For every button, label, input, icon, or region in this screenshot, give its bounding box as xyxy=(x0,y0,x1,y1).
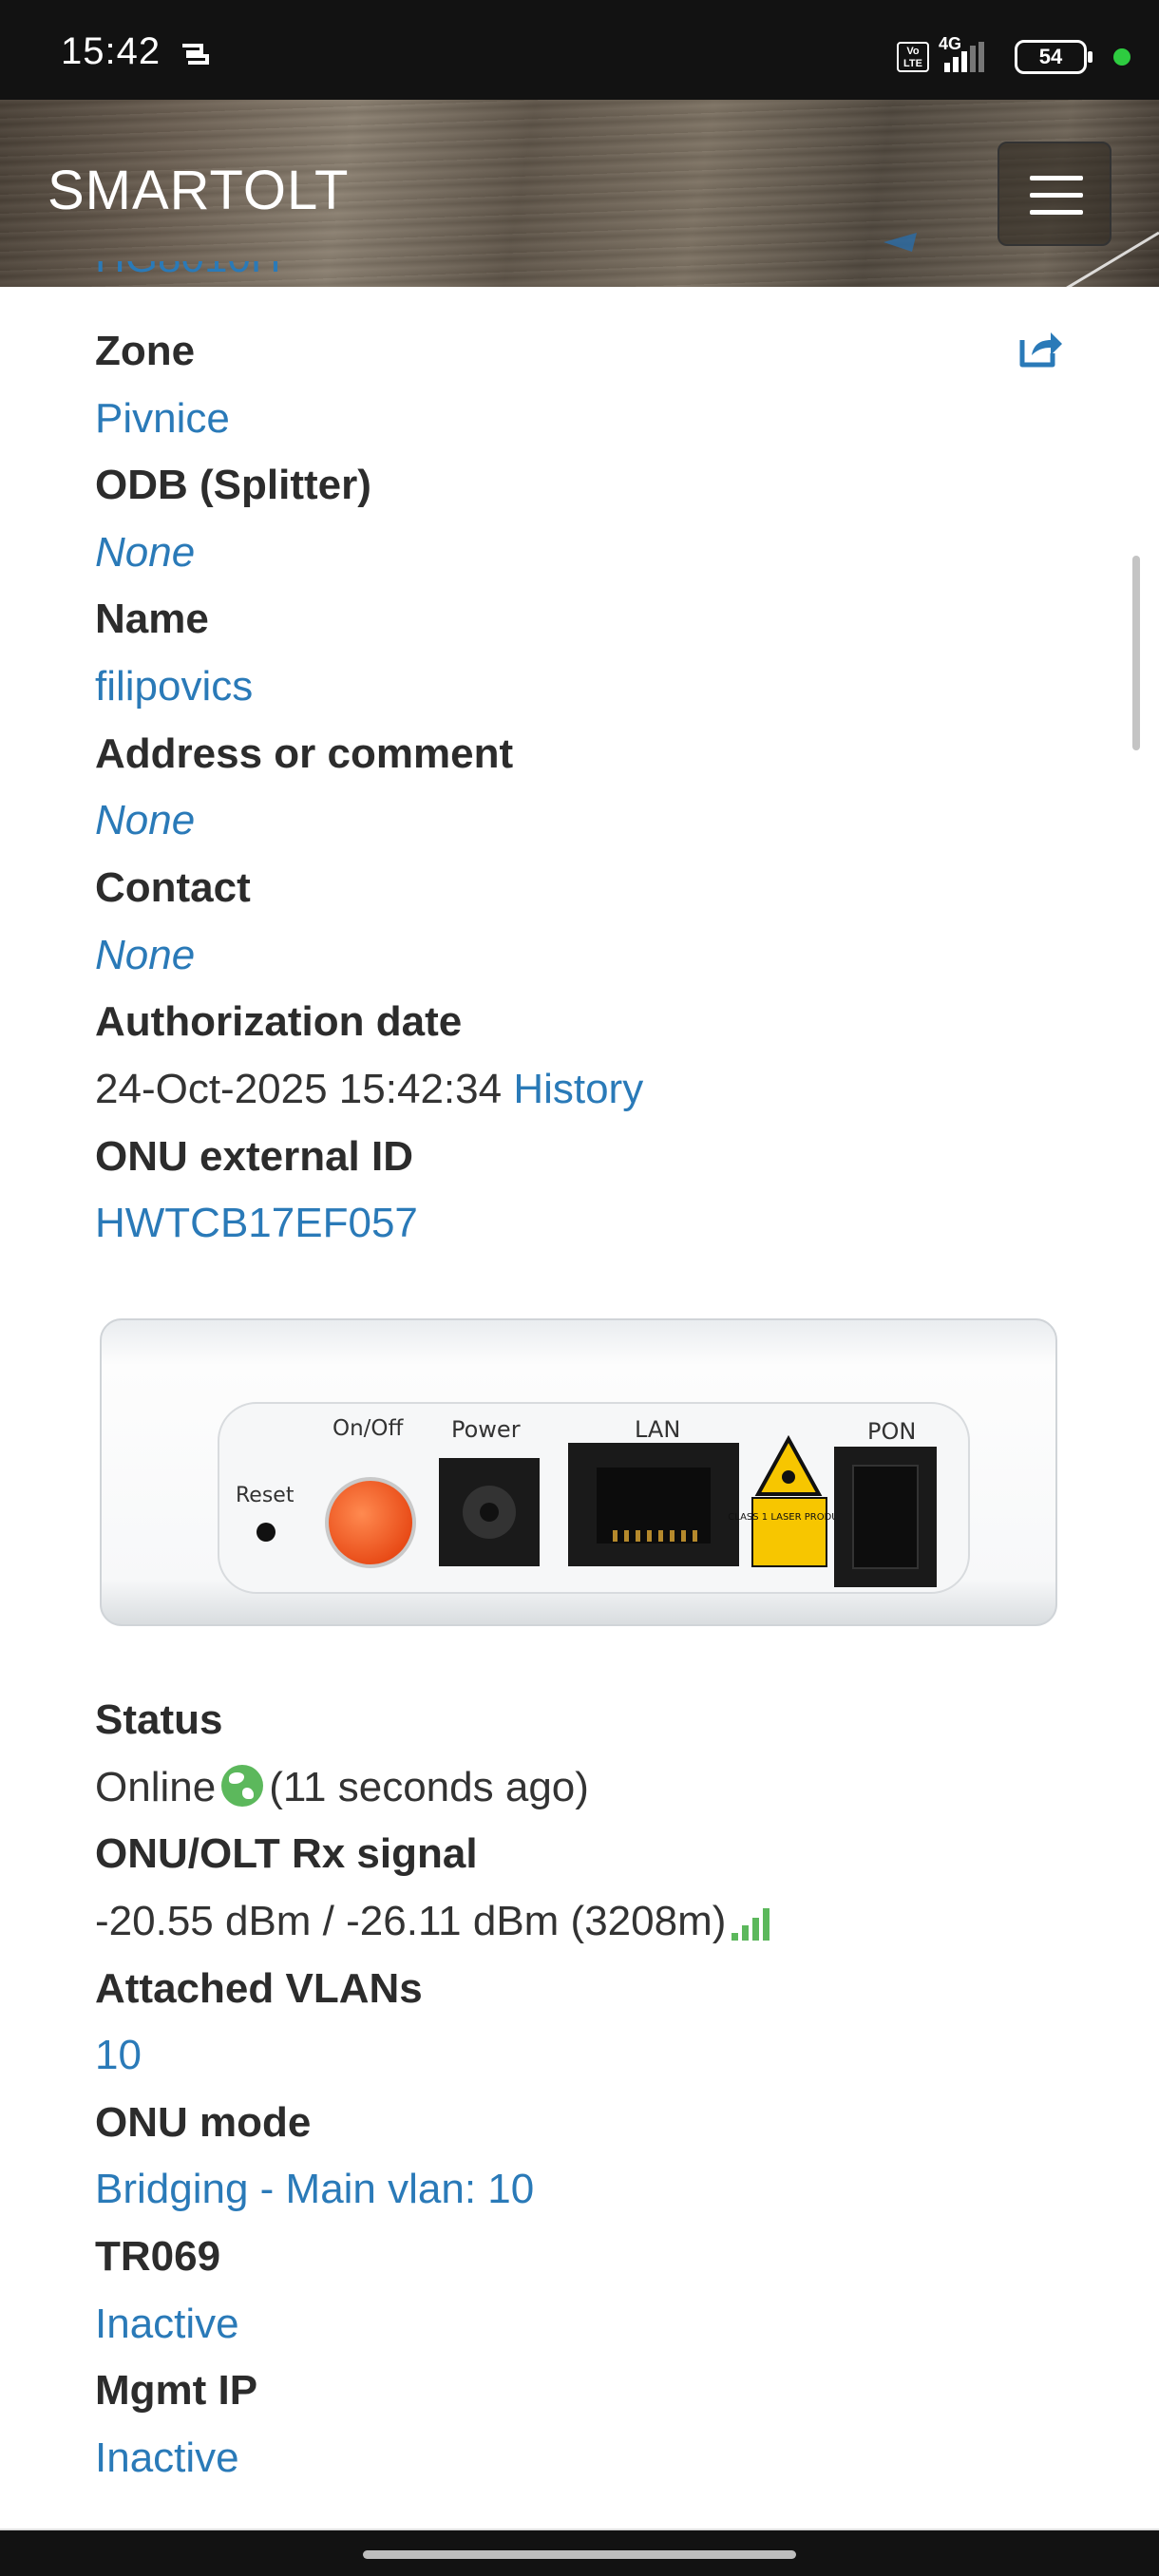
status-bar: 15:42 Vo LTE 4G 54 xyxy=(0,0,1159,100)
partial-value-row: HG8010H xyxy=(0,261,1159,287)
zone-value[interactable]: Pivnice xyxy=(95,390,230,447)
zone-label: Zone xyxy=(95,328,196,374)
rx-signal-label: ONU/OLT Rx signal xyxy=(95,1830,478,1877)
vlans-label: Attached VLANs xyxy=(95,1965,423,2012)
status-time-ago: (11 seconds ago) xyxy=(269,1764,589,1810)
onu-mode-value[interactable]: Bridging - Main vlan: 10 xyxy=(95,2161,534,2218)
external-id-value[interactable]: HWTCB17EF057 xyxy=(95,1195,418,1252)
status-row: Online (11 seconds ago) xyxy=(95,1759,589,1816)
navbar: SMARTOLT xyxy=(0,100,1159,287)
address-value[interactable]: None xyxy=(95,792,195,849)
brand-logo[interactable]: SMARTOLT xyxy=(48,159,349,222)
name-label: Name xyxy=(95,596,209,642)
onu-mode-label: ONU mode xyxy=(95,2099,312,2146)
page-scrollbar[interactable] xyxy=(1132,556,1140,750)
status-time: 15:42 xyxy=(61,30,162,72)
sim-icon xyxy=(182,44,209,65)
signal-strength-icon xyxy=(732,1903,770,1941)
onu-device-image: Reset On/Off Power LAN CLASS 1 LASER PRO… xyxy=(100,1318,1057,1626)
globe-icon xyxy=(221,1765,264,1807)
volte-icon: Vo LTE xyxy=(897,42,929,72)
laser-class-label: CLASS 1 LASER PRODUCT xyxy=(728,1512,851,1523)
mgmt-ip-value[interactable]: Inactive xyxy=(95,2430,239,2487)
authorization-date-value: 24-Oct-2025 15:42:34 xyxy=(95,1066,503,1112)
mgmt-ip-label: Mgmt IP xyxy=(95,2367,258,2414)
contact-value[interactable]: None xyxy=(95,927,195,984)
privacy-indicator-dot xyxy=(1113,48,1130,66)
home-indicator[interactable] xyxy=(363,2550,796,2559)
tr069-label: TR069 xyxy=(95,2233,221,2280)
contact-label: Contact xyxy=(95,864,251,911)
authorization-date-label: Authorization date xyxy=(95,998,463,1045)
odb-label: ODB (Splitter) xyxy=(95,462,371,508)
onoff-label: On/Off xyxy=(332,1416,405,1441)
status-label: Status xyxy=(95,1696,223,1743)
authorization-date-row: 24-Oct-2025 15:42:34 History xyxy=(95,1061,643,1118)
external-id-label: ONU external ID xyxy=(95,1133,413,1180)
odb-value[interactable]: None xyxy=(95,524,195,581)
status-icons: Vo LTE 4G 54 xyxy=(897,34,1130,78)
pon-label: PON xyxy=(867,1418,916,1445)
lan-label: LAN xyxy=(635,1416,680,1443)
signal-icon: 4G xyxy=(939,34,1005,76)
status-value: Online xyxy=(95,1764,217,1810)
share-icon[interactable] xyxy=(1018,327,1064,369)
name-value[interactable]: filipovics xyxy=(95,658,253,715)
onu-type-value[interactable]: HG8010H xyxy=(95,261,281,282)
rx-signal-row: -20.55 dBm / -26.11 dBm (3208m) xyxy=(95,1893,770,1950)
address-label: Address or comment xyxy=(95,730,514,777)
vlans-value[interactable]: 10 xyxy=(95,2027,142,2084)
battery-icon: 54 xyxy=(1015,40,1092,74)
tr069-value[interactable]: Inactive xyxy=(95,2296,239,2353)
history-link[interactable]: History xyxy=(513,1066,643,1112)
menu-toggle-button[interactable] xyxy=(998,142,1112,246)
reset-label: Reset xyxy=(236,1484,294,1507)
power-label: Power xyxy=(451,1416,521,1443)
rx-signal-value: -20.55 dBm / -26.11 dBm (3208m) xyxy=(95,1898,727,1944)
